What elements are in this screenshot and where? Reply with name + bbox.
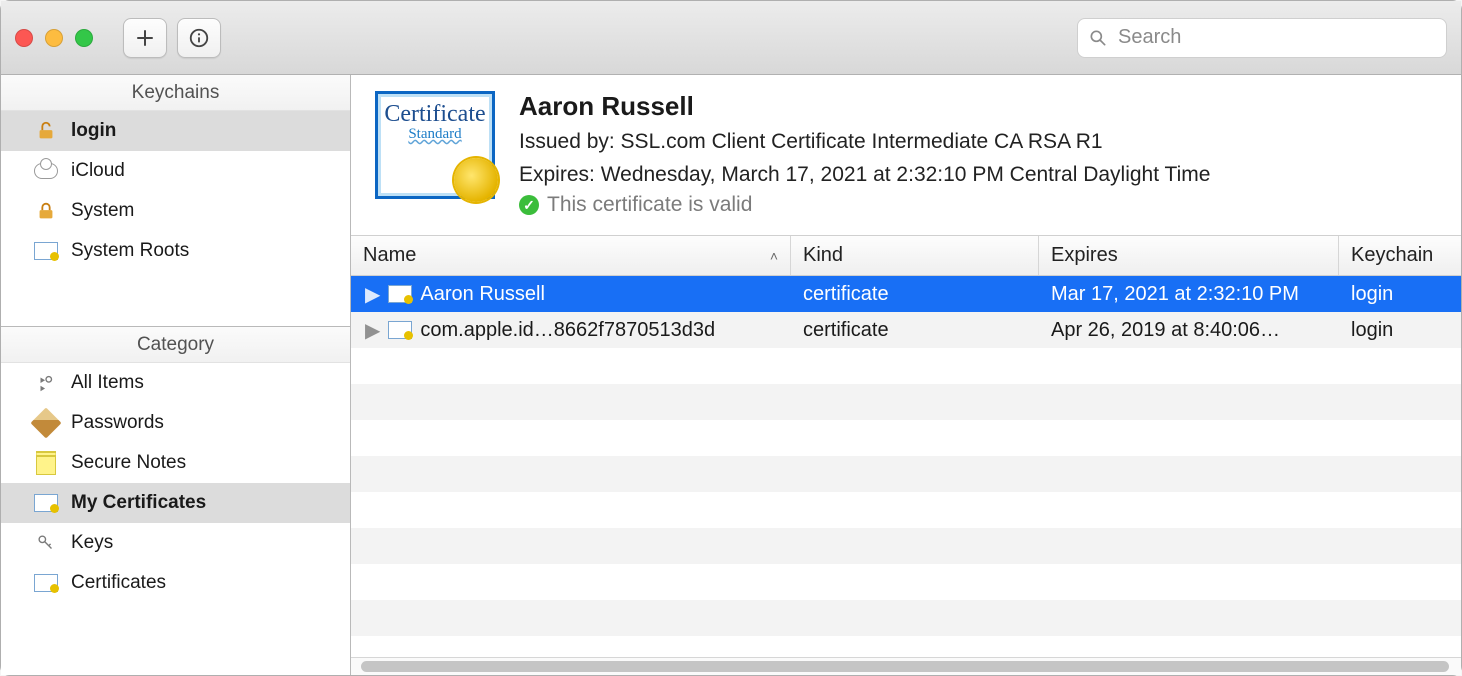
pencil-icon	[33, 412, 59, 434]
keychain-item-label: System Roots	[71, 240, 189, 262]
certificate-icon	[33, 242, 59, 260]
column-header-label: Name	[363, 244, 416, 267]
category-item-passwords[interactable]: Passwords	[1, 403, 350, 443]
cell-kind: certificate	[803, 319, 889, 342]
column-header-name[interactable]: Name ˄	[351, 236, 791, 275]
cell-expires: Apr 26, 2019 at 8:40:06…	[1051, 319, 1280, 342]
keychain-item-label: login	[71, 120, 116, 142]
category-item-label: My Certificates	[71, 492, 206, 514]
certificate-info: Aaron Russell Issued by: SSL.com Client …	[519, 91, 1210, 217]
column-header-label: Kind	[803, 244, 843, 267]
table-body[interactable]: ▶ Aaron Russell certificate Mar 17, 2021…	[351, 276, 1461, 657]
cell-kind: certificate	[803, 283, 889, 306]
certificate-detail-panel: Certificate Standard Aaron Russell Issue…	[351, 75, 1461, 236]
lock-open-icon	[33, 120, 59, 142]
category-item-label: All Items	[71, 372, 144, 394]
keychain-item-login[interactable]: login	[1, 111, 350, 151]
valid-check-icon: ✓	[519, 195, 539, 215]
key-icon	[33, 532, 59, 554]
keychains-list: login iCloud System System Roots	[1, 111, 350, 326]
cloud-icon	[33, 163, 59, 179]
category-item-label: Keys	[71, 532, 113, 554]
keychains-header: Keychains	[1, 75, 350, 111]
column-header-label: Expires	[1051, 244, 1118, 267]
category-item-my-certificates[interactable]: My Certificates	[1, 483, 350, 523]
cell-expires: Mar 17, 2021 at 2:32:10 PM	[1051, 283, 1299, 306]
window-zoom-button[interactable]	[75, 29, 93, 47]
table-row[interactable]: ▶ com.apple.id…8662f7870513d3d certifica…	[351, 312, 1461, 348]
keychain-item-icloud[interactable]: iCloud	[1, 151, 350, 191]
certificate-icon	[388, 285, 412, 303]
lock-closed-icon	[33, 200, 59, 222]
column-header-keychain[interactable]: Keychain	[1339, 236, 1461, 275]
all-items-icon	[33, 372, 59, 394]
cert-thumb-line2: Standard	[378, 126, 492, 143]
category-item-all-items[interactable]: All Items	[1, 363, 350, 403]
keychain-item-system[interactable]: System	[1, 191, 350, 231]
scrollbar-thumb[interactable]	[361, 661, 1449, 672]
window-minimize-button[interactable]	[45, 29, 63, 47]
certificate-icon	[388, 321, 412, 339]
certificate-validity: ✓ This certificate is valid	[519, 193, 1210, 217]
category-item-secure-notes[interactable]: Secure Notes	[1, 443, 350, 483]
column-header-label: Keychain	[1351, 244, 1433, 267]
column-header-kind[interactable]: Kind	[791, 236, 1039, 275]
cell-keychain: login	[1351, 319, 1393, 342]
keychain-item-label: iCloud	[71, 160, 125, 182]
search-field[interactable]	[1077, 18, 1447, 58]
keychain-item-system-roots[interactable]: System Roots	[1, 231, 350, 271]
titlebar	[1, 1, 1461, 75]
table-header: Name ˄ Kind Expires Keychain	[351, 236, 1461, 276]
secure-note-icon	[33, 451, 59, 475]
traffic-lights	[15, 29, 93, 47]
category-item-label: Secure Notes	[71, 452, 186, 474]
certificate-large-icon: Certificate Standard	[375, 91, 495, 199]
certificate-icon	[33, 494, 59, 512]
category-list: All Items Passwords Secure Notes My Cert…	[1, 363, 350, 603]
disclosure-triangle-icon[interactable]: ▶	[365, 282, 380, 307]
sidebar: Keychains login iCloud System System R	[1, 75, 351, 675]
content: Certificate Standard Aaron Russell Issue…	[351, 75, 1461, 675]
certificate-validity-text: This certificate is valid	[547, 193, 752, 217]
horizontal-scrollbar[interactable]	[351, 657, 1461, 675]
category-item-keys[interactable]: Keys	[1, 523, 350, 563]
certificate-expiry: Expires: Wednesday, March 17, 2021 at 2:…	[519, 159, 1210, 192]
category-item-certificates[interactable]: Certificates	[1, 563, 350, 603]
cert-thumb-line1: Certificate	[378, 94, 492, 126]
certificate-icon	[33, 574, 59, 592]
cell-keychain: login	[1351, 283, 1393, 306]
plus-icon	[135, 28, 155, 48]
certificates-table: Name ˄ Kind Expires Keychain ▶	[351, 236, 1461, 675]
cell-name: Aaron Russell	[420, 283, 545, 306]
category-item-label: Certificates	[71, 572, 166, 594]
search-icon	[1088, 28, 1108, 48]
main: Keychains login iCloud System System R	[1, 75, 1461, 675]
certificate-name: Aaron Russell	[519, 91, 1210, 122]
window-close-button[interactable]	[15, 29, 33, 47]
certificate-issuer: Issued by: SSL.com Client Certificate In…	[519, 126, 1210, 159]
search-input[interactable]	[1116, 25, 1436, 50]
add-button[interactable]	[123, 18, 167, 58]
cell-name: com.apple.id…8662f7870513d3d	[420, 319, 715, 342]
table-row[interactable]: ▶ Aaron Russell certificate Mar 17, 2021…	[351, 276, 1461, 312]
info-button[interactable]	[177, 18, 221, 58]
keychain-item-label: System	[71, 200, 134, 222]
sort-ascending-icon: ˄	[770, 248, 778, 264]
category-item-label: Passwords	[71, 412, 164, 434]
disclosure-triangle-icon[interactable]: ▶	[365, 318, 380, 343]
column-header-expires[interactable]: Expires	[1039, 236, 1339, 275]
info-icon	[188, 27, 210, 49]
category-header: Category	[1, 327, 350, 363]
